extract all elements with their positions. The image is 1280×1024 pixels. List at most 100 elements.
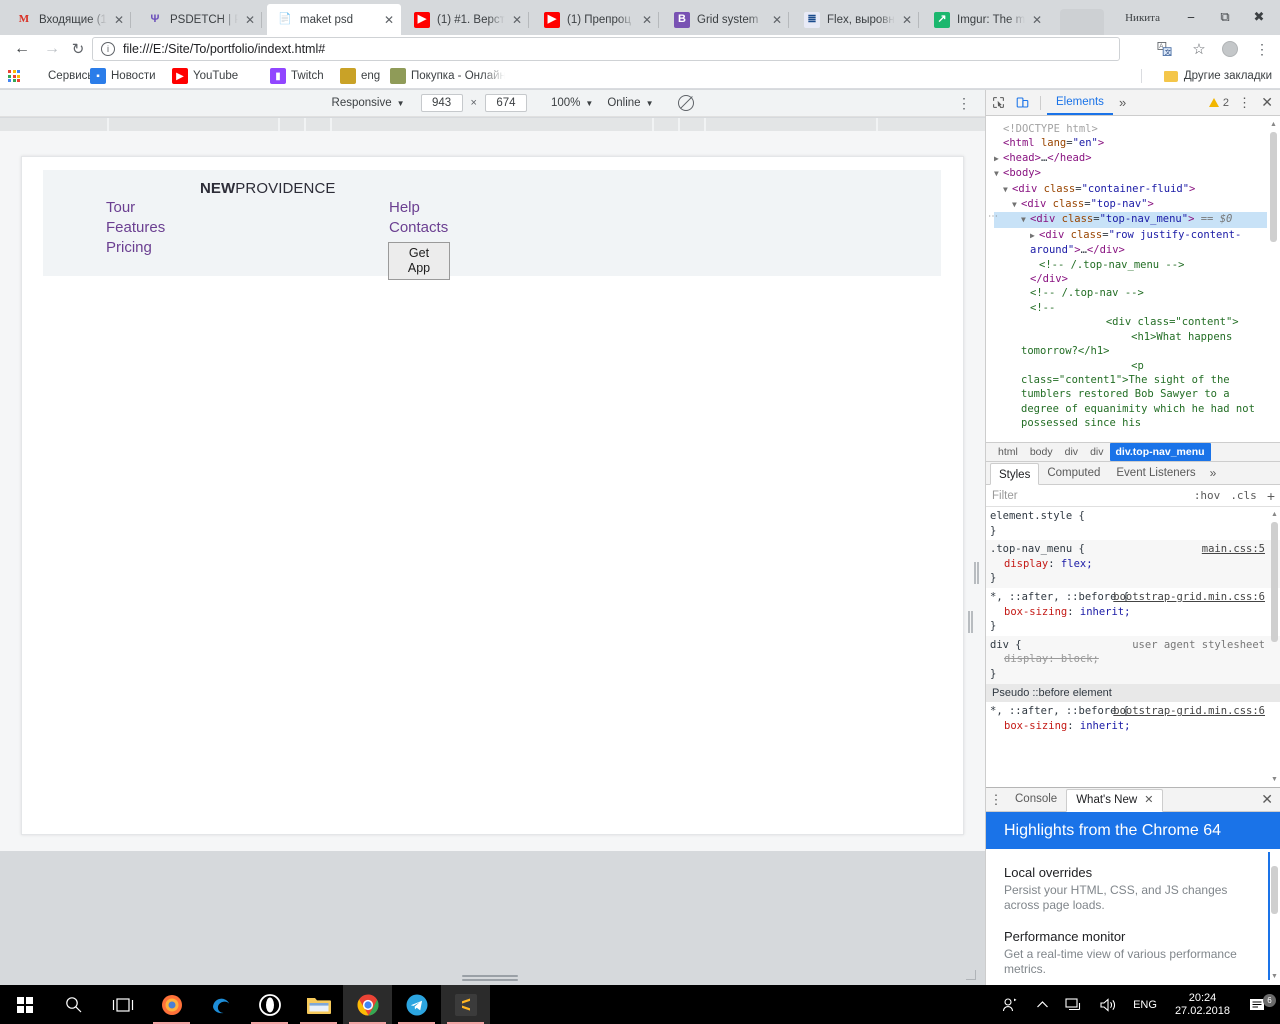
opera-icon[interactable] (245, 985, 294, 1024)
browser-tab[interactable]: Ψ PSDETCH | PS ✕ (137, 4, 262, 35)
edge-icon[interactable] (196, 985, 245, 1024)
viewport-resize-corner[interactable] (965, 969, 977, 981)
tab-whats-new[interactable]: What's New ✕ (1066, 789, 1163, 812)
tab-close-icon[interactable]: ✕ (1029, 12, 1045, 28)
dom-node[interactable]: ▼<body> (994, 166, 1267, 181)
css-declaration[interactable]: display: block; (990, 652, 1267, 667)
disclosure-triangle-icon[interactable]: ▶ (1030, 229, 1039, 243)
new-tab-button[interactable] (1060, 9, 1104, 35)
styles-filter-input[interactable]: Filter (992, 490, 1018, 502)
sublime-text-icon[interactable] (441, 985, 490, 1024)
browser-tab-active[interactable]: 📄 maket psd ✕ (267, 4, 401, 35)
breadcrumb-selected[interactable]: div.top-nav_menu (1110, 443, 1211, 461)
css-source-link[interactable]: bootstrap-grid.min.css:6 (1113, 704, 1265, 719)
viewport-resize-handle-bottom[interactable] (462, 973, 518, 983)
nav-link-pricing[interactable]: Pricing (106, 238, 165, 258)
telegram-icon[interactable] (392, 985, 441, 1024)
css-rule[interactable]: bootstrap-grid.min.css:6*, ::after, ::be… (986, 702, 1280, 735)
page-info-icon[interactable]: i (101, 42, 115, 56)
css-rules-list[interactable]: element.style {}main.css:5.top-nav_menu … (986, 507, 1280, 788)
browser-tab[interactable]: ▶ (1) Препроц ✕ (534, 4, 659, 35)
tab-styles[interactable]: Styles (990, 463, 1039, 485)
other-bookmarks-folder[interactable]: Другие закладки (1163, 63, 1272, 89)
tab-close-icon[interactable]: ✕ (1144, 789, 1153, 812)
dom-node[interactable]: <!-- /.top-nav_menu --> (994, 258, 1267, 272)
device-select[interactable]: Responsive ▼ (332, 97, 405, 109)
disclosure-triangle-icon[interactable]: ▼ (1021, 213, 1030, 227)
whats-new-scrollbar[interactable]: ▼ (1270, 852, 1279, 980)
apps-grid-icon[interactable] (8, 63, 20, 89)
more-panels-icon[interactable]: » (1113, 95, 1132, 110)
dom-node[interactable]: <!-- /.top-nav --> (994, 286, 1267, 300)
device-toolbar-menu-icon[interactable]: ⋮ (957, 95, 971, 112)
viewport-height-input[interactable]: 674 (485, 94, 527, 112)
nav-link-features[interactable]: Features (106, 218, 165, 238)
breadcrumb-body[interactable]: body (1024, 443, 1059, 461)
window-maximize-button[interactable]: ⧉ (1208, 2, 1242, 32)
breadcrumb-div-2[interactable]: div (1084, 443, 1109, 461)
dom-node[interactable]: <div class="content"> (994, 315, 1267, 329)
whats-new-item[interactable]: Performance monitor Get a real-time view… (1004, 929, 1261, 977)
start-button[interactable] (0, 985, 49, 1024)
toggle-device-toolbar-icon[interactable] (1010, 91, 1034, 115)
css-rule[interactable]: main.css:5.top-nav_menu {display: flex;} (986, 540, 1280, 588)
profile-name-badge[interactable]: Никита (1117, 8, 1168, 28)
css-rule[interactable]: user agent stylesheetdiv {display: block… (986, 636, 1280, 684)
tab-console[interactable]: Console (1006, 788, 1066, 811)
bookmark-item-shop[interactable]: Покупка - Онлайн р (390, 63, 505, 89)
drawer-menu-icon[interactable]: ⋮ (986, 792, 1006, 808)
task-view-icon[interactable] (98, 985, 147, 1024)
more-style-tabs-icon[interactable]: » (1204, 466, 1217, 480)
whats-new-item[interactable]: Local overrides Persist your HTML, CSS, … (1004, 865, 1261, 913)
scrollbar-thumb[interactable] (1270, 132, 1277, 242)
scroll-down-icon[interactable]: ▼ (1270, 973, 1279, 980)
dom-node[interactable]: <p class="content1">The sight of the tum… (994, 359, 1267, 431)
dom-node[interactable]: ▶<head>…</head> (994, 151, 1267, 166)
scroll-up-icon[interactable]: ▲ (1269, 120, 1278, 130)
bookmark-item-services[interactable]: Сервисы (27, 63, 96, 89)
inspect-element-icon[interactable] (986, 91, 1010, 115)
scrollbar-thumb[interactable] (1271, 866, 1278, 914)
nav-link-tour[interactable]: Tour (106, 198, 165, 218)
reload-button[interactable]: ↻ (64, 35, 92, 63)
viewport-resize-handle-right[interactable] (968, 611, 973, 633)
css-source-link[interactable]: bootstrap-grid.min.css:6 (1113, 590, 1265, 605)
tab-close-icon[interactable]: ✕ (381, 12, 397, 28)
tab-close-icon[interactable]: ✕ (509, 12, 525, 28)
chrome-menu-icon[interactable]: ⋮ (1252, 39, 1272, 59)
network-throttling-select[interactable]: Online ▼ (607, 97, 653, 109)
forward-button[interactable]: → (38, 35, 66, 63)
disclosure-triangle-icon[interactable]: ▶ (994, 152, 1003, 166)
browser-tab[interactable]: B Grid system ✕ (664, 4, 789, 35)
profile-avatar-icon[interactable] (1220, 39, 1240, 59)
bookmark-item-news[interactable]: ▪ Новости (90, 63, 156, 89)
css-declaration[interactable]: display: flex; (990, 557, 1267, 572)
bookmark-star-icon[interactable]: ☆ (1189, 39, 1209, 59)
css-rule[interactable]: element.style {} (986, 507, 1280, 540)
css-selector[interactable]: element.style { (990, 509, 1267, 524)
dom-node[interactable]: <!-- (994, 301, 1267, 315)
nav-link-contacts[interactable]: Contacts (389, 218, 448, 238)
dom-node-selected[interactable]: ▼<div class="top-nav_menu"> == $0 (994, 212, 1267, 227)
breadcrumb-div-1[interactable]: div (1059, 443, 1084, 461)
dom-node[interactable]: ▼<div class="top-nav"> (994, 197, 1267, 212)
css-rule[interactable]: bootstrap-grid.min.css:6*, ::after, ::be… (986, 588, 1280, 636)
nav-link-help[interactable]: Help (389, 198, 448, 218)
viewport-width-input[interactable]: 943 (421, 94, 463, 112)
tab-close-icon[interactable]: ✕ (111, 12, 127, 28)
browser-tab[interactable]: M Входящие (1 ✕ (6, 4, 131, 35)
tab-close-icon[interactable]: ✕ (639, 12, 655, 28)
browser-tab[interactable]: ↗ Imgur: The m ✕ (924, 4, 1049, 35)
get-app-button[interactable]: Get App (388, 242, 450, 280)
dom-node[interactable]: </div> (994, 272, 1267, 286)
file-explorer-icon[interactable] (294, 985, 343, 1024)
bookmark-item-twitch[interactable]: ▮ Twitch (270, 63, 324, 89)
people-icon[interactable] (994, 997, 1028, 1013)
scroll-down-icon[interactable]: ▼ (1270, 775, 1279, 785)
dom-node[interactable]: <!DOCTYPE html> (994, 122, 1267, 136)
breadcrumb-html[interactable]: html (992, 443, 1024, 461)
tab-event-listeners[interactable]: Event Listeners (1108, 462, 1203, 484)
zoom-select[interactable]: 100% ▼ (551, 97, 593, 109)
bookmark-item-eng[interactable]: eng (340, 63, 380, 89)
search-icon[interactable] (49, 985, 98, 1024)
